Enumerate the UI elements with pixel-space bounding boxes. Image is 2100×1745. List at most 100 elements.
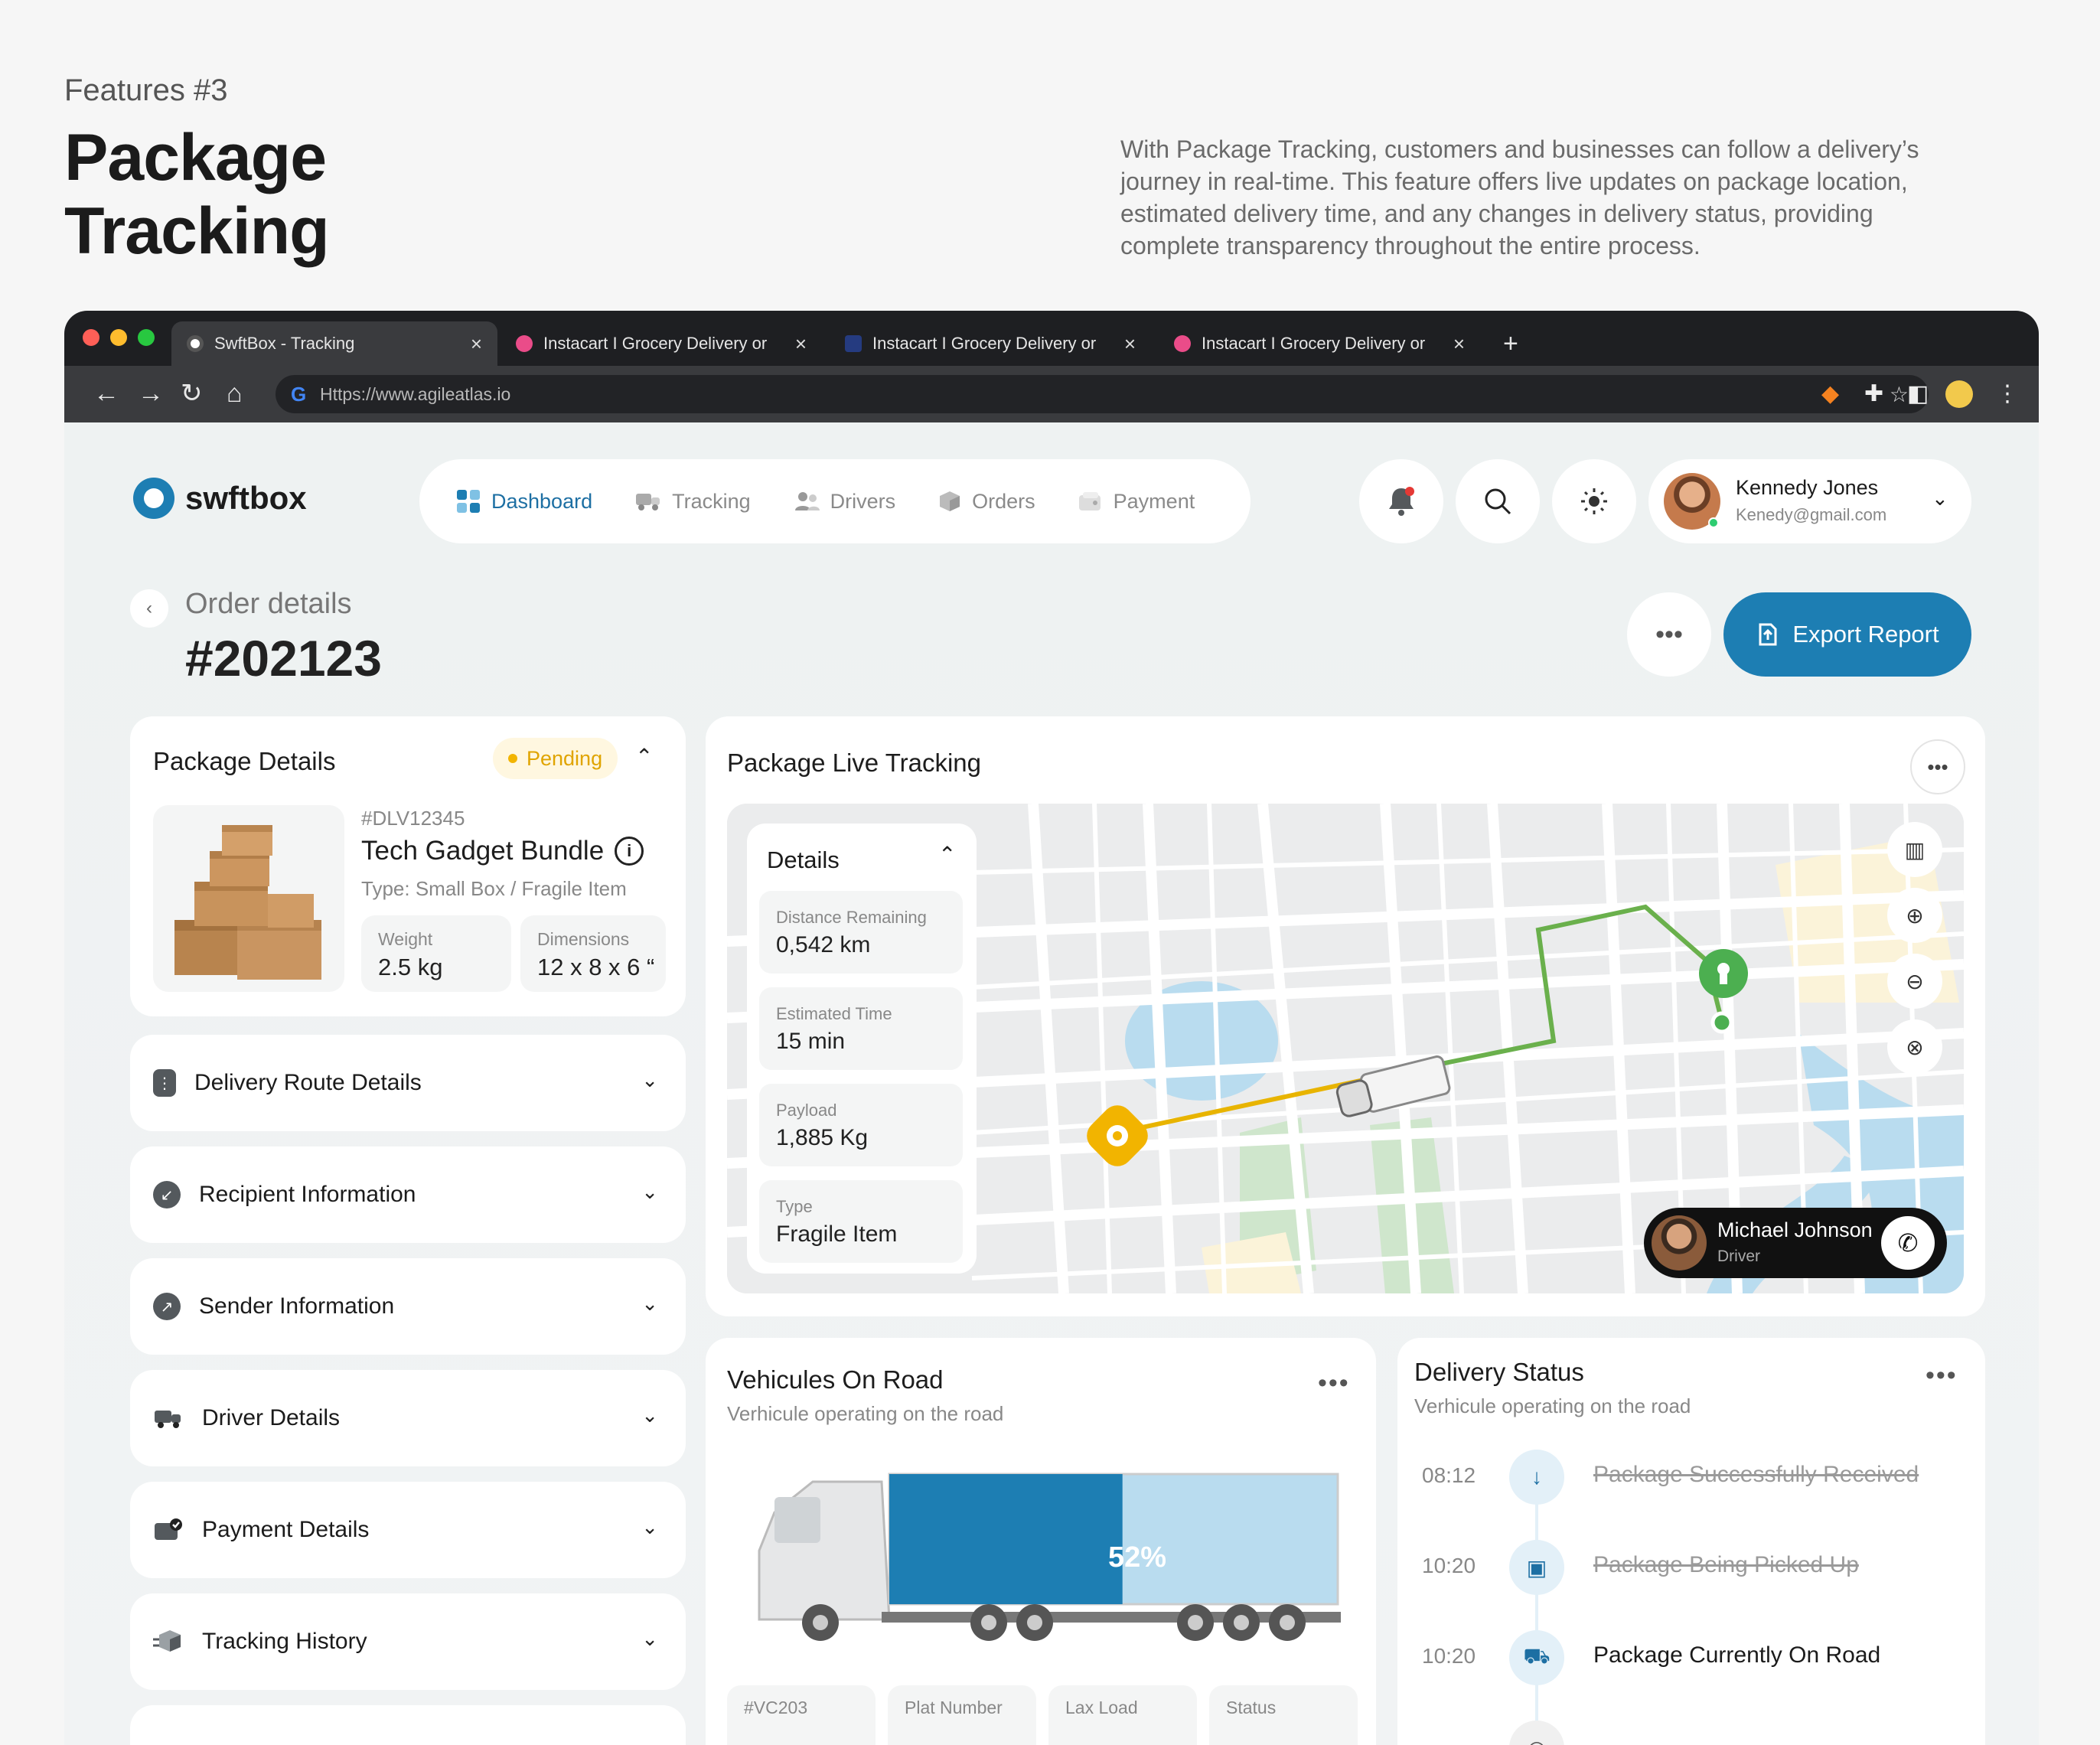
swftbox-logo[interactable]: swftbox — [133, 478, 307, 519]
detail-value: 0,542 km — [776, 932, 871, 957]
search-button[interactable] — [1456, 459, 1540, 543]
stat-label: Status — [1226, 1698, 1277, 1717]
timeline-text: Package Successfully Received — [1593, 1462, 1919, 1487]
live-tracking-card: Package Live Tracking ••• Details ⌃ Dist… — [706, 716, 1985, 1316]
side-panel-icon[interactable]: ◧ — [1907, 381, 1929, 407]
browser-tab-active[interactable]: SwftBox - Tracking × — [171, 321, 497, 366]
ellipsis-icon: ••• — [1655, 619, 1683, 649]
accordion-sender[interactable]: ↗ Sender Information ⌄ — [130, 1258, 686, 1355]
address-bar[interactable]: G Https://www.agileatlas.io ☆ — [276, 375, 1929, 413]
nav-payment[interactable]: Payment — [1078, 490, 1195, 514]
timeline-time: 08:12 — [1422, 1463, 1476, 1487]
status-badge: Pending — [493, 738, 618, 779]
browser-tab[interactable]: Instacart I Grocery Delivery or × — [830, 321, 1151, 366]
close-tab-icon[interactable]: × — [1453, 332, 1465, 356]
chevron-down-icon: ⌄ — [641, 1515, 658, 1538]
kebab-menu-icon[interactable]: ⋮ — [1996, 381, 2019, 407]
plus-icon: + — [1503, 328, 1518, 358]
section-title: Package Tracking — [64, 121, 330, 268]
location-icon: ◎ — [1509, 1721, 1564, 1745]
accordion-recipient[interactable]: ↙ Recipient Information ⌄ — [130, 1146, 686, 1243]
home-icon[interactable]: ⌂ — [227, 380, 243, 407]
stat-label: Lax Load — [1065, 1698, 1138, 1717]
window-close-dot[interactable] — [83, 329, 99, 346]
paypal-favicon-icon — [845, 335, 862, 352]
browser-toolbar: ← → ↻ ⌂ G Https://www.agileatlas.io ☆ ◆ … — [64, 366, 2039, 422]
weight-label: Weight — [378, 929, 433, 949]
close-tab-icon[interactable]: × — [1124, 332, 1136, 356]
back-button[interactable]: ‹ — [130, 589, 168, 628]
window-maximize-dot[interactable] — [138, 329, 155, 346]
nav-label: Tracking — [672, 489, 751, 513]
nav-label: Payment — [1113, 489, 1195, 513]
recenter-button[interactable]: ⊗ — [1887, 1019, 1942, 1075]
accordion-delivery-route[interactable]: ⋮ Delivery Route Details ⌄ — [130, 1035, 686, 1131]
google-g-icon: G — [291, 382, 307, 406]
accordion-label: Recipient Information — [199, 1182, 416, 1207]
detail-time: Estimated Time 15 min — [759, 987, 963, 1070]
new-tab-button[interactable]: + — [1488, 321, 1534, 366]
user-menu[interactable]: Kennedy Jones Kenedy@gmail.com ⌄ — [1648, 459, 1971, 543]
reload-icon[interactable]: ↻ — [181, 380, 203, 407]
accordion-label: Tracking History — [202, 1629, 367, 1654]
package-type: Type: Small Box / Fragile Item — [361, 877, 627, 900]
back-arrow-icon[interactable]: ← — [93, 380, 119, 407]
tab-label: SwftBox - Tracking — [214, 334, 355, 353]
window-minimize-dot[interactable] — [110, 329, 127, 346]
card-title: Package Details — [153, 747, 336, 775]
detail-value: Fragile Item — [776, 1222, 898, 1247]
tracking-map[interactable]: Details ⌃ Distance Remaining 0,542 km Es… — [727, 804, 1964, 1293]
more-options-button[interactable]: ••• — [1627, 592, 1711, 677]
accordion-payment[interactable]: Payment Details ⌄ — [130, 1482, 686, 1578]
section-description: With Package Tracking, customers and bus… — [1120, 135, 1919, 259]
nav-tracking[interactable]: Tracking — [635, 490, 751, 514]
brand-name: swftbox — [185, 480, 307, 516]
chevron-down-icon: ⌄ — [1932, 487, 1948, 510]
detail-value: 1,885 Kg — [776, 1125, 869, 1150]
close-tab-icon[interactable]: × — [471, 332, 482, 356]
package-details-card: Package Details Pending ⌃ #DLV12345 Tech… — [130, 716, 686, 1016]
map-layers-button[interactable]: ▥ — [1887, 822, 1942, 877]
metamask-extension-icon[interactable]: ◆ — [1821, 381, 1839, 407]
status-more-button[interactable]: ••• — [1926, 1361, 1958, 1391]
export-report-button[interactable]: Export Report — [1723, 592, 1971, 677]
notification-button[interactable] — [1359, 459, 1443, 543]
tracking-more-button[interactable]: ••• — [1910, 739, 1965, 794]
tab-label: Instacart I Grocery Delivery or — [872, 334, 1097, 353]
accordion-tracking-history[interactable]: Tracking History ⌄ — [130, 1593, 686, 1690]
close-tab-icon[interactable]: × — [795, 332, 807, 356]
vehicles-more-button[interactable]: ••• — [1318, 1368, 1350, 1398]
nav-drivers[interactable]: Drivers — [794, 490, 895, 514]
browser-tab[interactable]: Instacart I Grocery Delivery or × — [501, 321, 822, 366]
nav-dashboard[interactable]: Dashboard — [456, 489, 592, 514]
forward-arrow-icon[interactable]: → — [138, 380, 164, 407]
theme-toggle-button[interactable] — [1552, 459, 1636, 543]
chevron-up-icon[interactable]: ⌃ — [635, 744, 653, 769]
driver-role: Driver — [1717, 1248, 1760, 1265]
swftbox-favicon-icon — [187, 335, 204, 352]
profile-avatar-icon[interactable] — [1945, 380, 1973, 408]
info-icon[interactable]: i — [615, 837, 644, 866]
chevron-down-icon: ⌄ — [641, 1068, 658, 1091]
card-title: Delivery Status — [1414, 1358, 1584, 1386]
accordion-driver[interactable]: Driver Details ⌄ — [130, 1370, 686, 1466]
call-driver-button[interactable]: ✆ — [1881, 1216, 1935, 1270]
chevron-down-icon: ⌄ — [641, 1404, 658, 1427]
chevron-up-icon[interactable]: ⌃ — [938, 842, 956, 867]
accordion-more[interactable] — [130, 1705, 686, 1745]
timeline-time: 10:20 — [1422, 1554, 1476, 1577]
driver-name: Michael Johnson — [1717, 1218, 1873, 1241]
weight-box: Weight 2.5 kg — [361, 915, 511, 992]
extensions-puzzle-icon[interactable]: ✚ — [1864, 381, 1883, 407]
zoom-in-button[interactable]: ⊕ — [1887, 888, 1942, 943]
accordion-label: Driver Details — [202, 1405, 341, 1430]
truck-icon — [636, 494, 660, 510]
section-kicker: Features #3 — [64, 73, 228, 107]
zoom-out-button[interactable]: ⊖ — [1887, 954, 1942, 1009]
bookmark-star-icon[interactable]: ☆ — [1890, 382, 1909, 407]
history-box-icon — [153, 1630, 181, 1652]
chevron-down-icon: ⌄ — [641, 1627, 658, 1650]
box-icon — [940, 491, 960, 511]
browser-tab[interactable]: Instacart I Grocery Delivery or × — [1159, 321, 1480, 366]
nav-orders[interactable]: Orders — [938, 490, 1035, 514]
